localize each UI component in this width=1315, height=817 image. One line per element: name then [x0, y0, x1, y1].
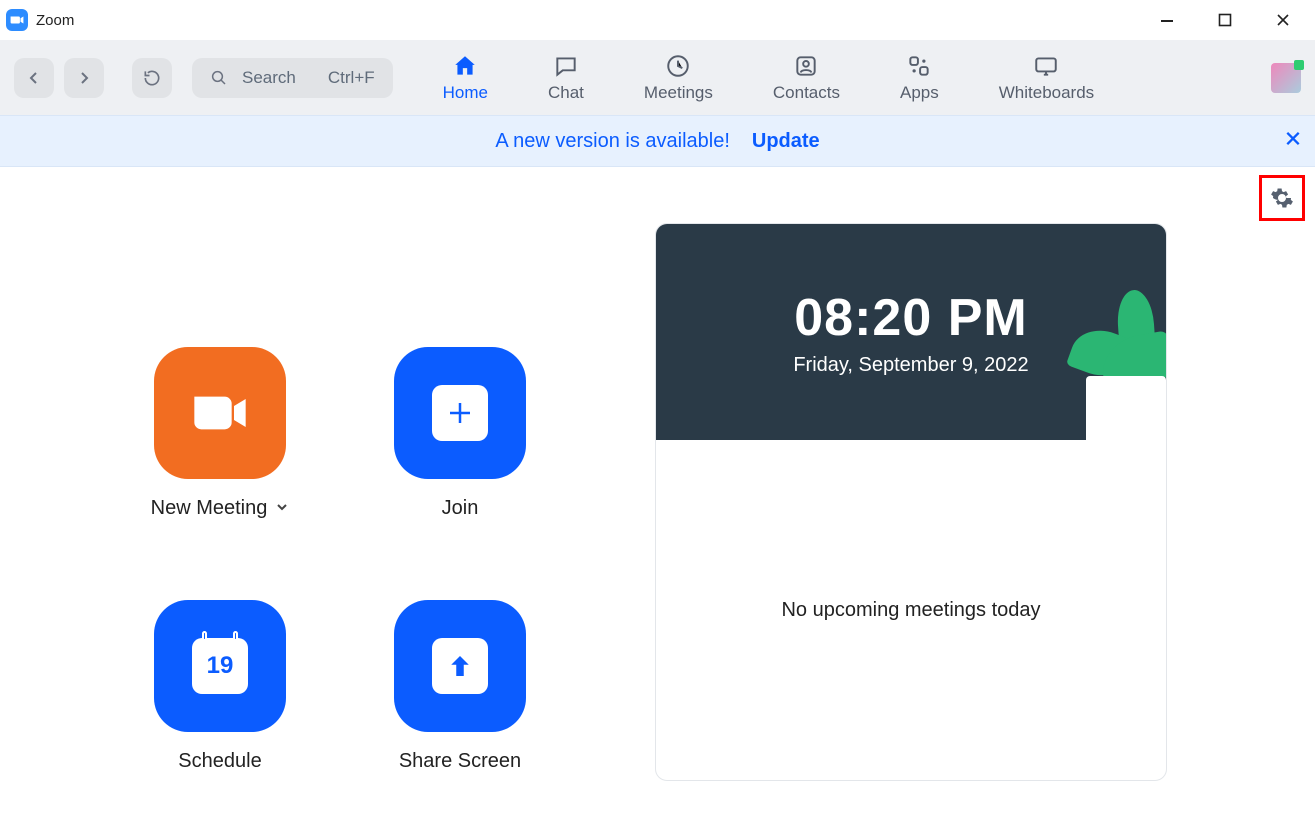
action-label: Join	[442, 497, 479, 520]
history-button[interactable]	[132, 58, 172, 98]
clock-panel: 08:20 PM Friday, September 9, 2022	[656, 224, 1166, 440]
tab-label: Chat	[548, 83, 584, 103]
tab-apps[interactable]: Apps	[900, 40, 939, 115]
nav-forward-button[interactable]	[64, 58, 104, 98]
search-icon	[210, 69, 228, 87]
tab-whiteboards[interactable]: Whiteboards	[999, 40, 1094, 115]
clock-time: 08:20 PM	[794, 288, 1027, 348]
home-icon	[452, 53, 478, 79]
search-input[interactable]: Search Ctrl+F	[192, 58, 393, 98]
tab-label: Whiteboards	[999, 83, 1094, 103]
new-meeting-button[interactable]: New Meeting	[120, 347, 320, 520]
plant-decoration-icon	[1066, 306, 1166, 440]
action-label: Schedule	[178, 750, 261, 773]
titlebar: Zoom	[0, 0, 1315, 40]
tab-label: Contacts	[773, 83, 840, 103]
calendar-icon: 19	[192, 638, 248, 694]
tab-label: Home	[443, 83, 488, 103]
contacts-icon	[793, 53, 819, 79]
plus-icon	[432, 385, 488, 441]
update-banner: A new version is available! Update	[0, 115, 1315, 167]
upcoming-empty-text: No upcoming meetings today	[781, 599, 1040, 622]
maximize-button[interactable]	[1211, 6, 1239, 34]
action-label: Share Screen	[399, 750, 521, 773]
settings-button[interactable]	[1259, 175, 1305, 221]
clock-icon	[665, 53, 691, 79]
toolbar: Search Ctrl+F Home Chat Meetings Contact…	[0, 40, 1315, 115]
profile-avatar[interactable]	[1271, 63, 1301, 93]
nav-tabs: Home Chat Meetings Contacts Apps Whitebo…	[443, 40, 1095, 115]
share-screen-button[interactable]: Share Screen	[360, 600, 560, 773]
zoom-logo-icon	[6, 9, 28, 31]
home-actions: New Meeting Join 19 Sch	[120, 347, 560, 773]
video-icon	[154, 347, 286, 479]
arrow-up-icon	[432, 638, 488, 694]
window-title: Zoom	[36, 12, 74, 29]
close-button[interactable]	[1269, 6, 1297, 34]
schedule-button[interactable]: 19 Schedule	[120, 600, 320, 773]
window-controls	[1153, 6, 1307, 34]
home-main: New Meeting Join 19 Sch	[0, 167, 1315, 817]
tab-label: Meetings	[644, 83, 713, 103]
tab-contacts[interactable]: Contacts	[773, 40, 840, 115]
whiteboard-icon	[1033, 53, 1059, 79]
tab-home[interactable]: Home	[443, 40, 488, 115]
tab-label: Apps	[900, 83, 939, 103]
banner-message: A new version is available!	[495, 130, 730, 153]
search-placeholder: Search	[242, 68, 296, 88]
clock-date: Friday, September 9, 2022	[793, 354, 1028, 377]
calendar-day: 19	[207, 652, 234, 680]
action-label: New Meeting	[151, 497, 268, 520]
join-button[interactable]: Join	[360, 347, 560, 520]
nav-back-button[interactable]	[14, 58, 54, 98]
search-shortcut: Ctrl+F	[328, 68, 375, 88]
upcoming-panel: No upcoming meetings today	[656, 440, 1166, 780]
gear-icon	[1270, 186, 1294, 210]
tab-meetings[interactable]: Meetings	[644, 40, 713, 115]
chevron-down-icon[interactable]	[275, 497, 289, 520]
apps-icon	[906, 53, 932, 79]
tab-chat[interactable]: Chat	[548, 40, 584, 115]
chat-icon	[553, 53, 579, 79]
banner-close-button[interactable]	[1285, 131, 1301, 152]
banner-update-link[interactable]: Update	[752, 130, 820, 153]
calendar-card: 08:20 PM Friday, September 9, 2022 No up…	[655, 223, 1167, 781]
minimize-button[interactable]	[1153, 6, 1181, 34]
titlebar-left: Zoom	[6, 9, 74, 31]
